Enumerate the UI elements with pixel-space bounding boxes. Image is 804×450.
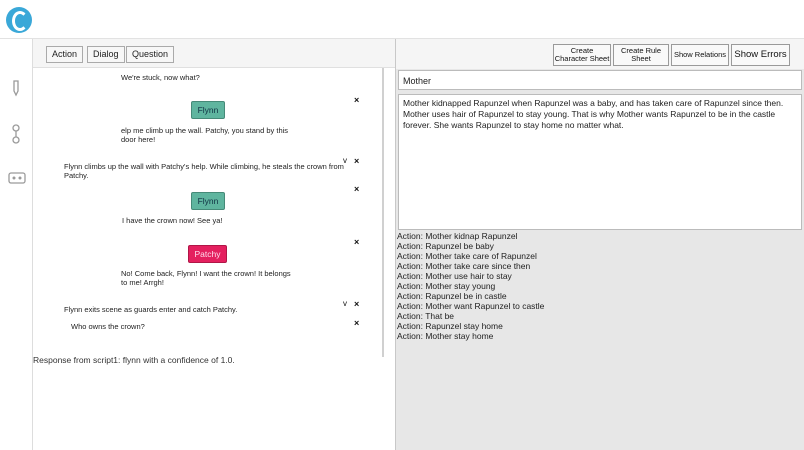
- dialog-line[interactable]: I have the crown now! See ya!: [122, 216, 222, 225]
- dialog-line[interactable]: door here!: [121, 135, 155, 144]
- dialog-line[interactable]: No! Come back, Flynn! I want the crown! …: [121, 269, 291, 278]
- script-panel: Action Dialog Question We're stuck, now …: [33, 39, 395, 450]
- close-icon[interactable]: ×: [354, 184, 359, 194]
- action-item: Action: That be: [397, 311, 455, 321]
- action-item: Action: Mother kidnap Rapunzel: [397, 231, 518, 241]
- create-rule-sheet-label-2: Sheet: [631, 54, 651, 63]
- dialog-line[interactable]: to me! Arrgh!: [121, 278, 164, 287]
- dialog-line[interactable]: We're stuck, now what?: [121, 73, 200, 82]
- response-text: Response from script1: flynn with a conf…: [33, 355, 235, 365]
- action-line[interactable]: Patchy.: [64, 171, 88, 180]
- script-scrollbar[interactable]: [382, 68, 384, 357]
- script-list[interactable]: We're stuck, now what? Flynn × elp me cl…: [33, 68, 383, 358]
- top-bar: [0, 0, 804, 39]
- action-item: Action: Mother use hair to stay: [397, 271, 512, 281]
- close-icon[interactable]: ×: [354, 299, 359, 309]
- pen-icon[interactable]: [8, 79, 24, 97]
- show-errors-button[interactable]: Show Errors: [731, 44, 790, 66]
- question-button[interactable]: Question: [126, 46, 175, 63]
- create-character-sheet-button[interactable]: Create Character Sheet: [553, 44, 611, 66]
- close-icon[interactable]: ×: [354, 237, 359, 247]
- question-line[interactable]: Who owns the crown?: [71, 322, 145, 331]
- action-item: Action: Rapunzel be in castle: [397, 291, 507, 301]
- action-item: Action: Mother stay home: [397, 331, 494, 341]
- action-item: Action: Mother stay young: [397, 281, 496, 291]
- script-toolbar: Action Dialog Question: [33, 39, 395, 68]
- link-icon[interactable]: [8, 124, 24, 144]
- vr-icon[interactable]: [8, 171, 26, 189]
- close-icon[interactable]: ×: [354, 156, 359, 166]
- character-chip-flynn[interactable]: Flynn: [191, 192, 225, 210]
- character-chip-patchy[interactable]: Patchy: [188, 245, 227, 263]
- action-item: Action: Mother want Rapunzel to castle: [397, 301, 545, 311]
- dialog-button[interactable]: Dialog: [87, 46, 125, 63]
- character-description-textarea[interactable]: Mother kidnapped Rapunzel when Rapunzel …: [398, 94, 802, 230]
- close-icon[interactable]: ×: [354, 95, 359, 105]
- character-name-input[interactable]: Mother: [398, 70, 802, 90]
- action-line[interactable]: Flynn climbs up the wall with Patchy's h…: [64, 162, 344, 171]
- character-chip-flynn[interactable]: Flynn: [191, 101, 225, 119]
- action-item: Action: Rapunzel stay home: [397, 321, 503, 331]
- action-button[interactable]: Action: [46, 46, 84, 63]
- action-item: Action: Mother take care since then: [397, 261, 531, 271]
- chevron-down-icon[interactable]: v: [343, 299, 347, 308]
- show-relations-button[interactable]: Show Relations: [671, 44, 729, 66]
- action-item: Action: Mother take care of Rapunzel: [397, 251, 537, 261]
- logo-icon[interactable]: [6, 7, 32, 33]
- action-line[interactable]: Flynn exits scene as guards enter and ca…: [64, 305, 237, 314]
- close-icon[interactable]: ×: [354, 318, 359, 328]
- side-rail: [0, 39, 33, 450]
- action-list: Action: Mother kidnap Rapunzel Action: R…: [397, 231, 801, 341]
- create-rule-sheet-button[interactable]: Create Rule Sheet: [613, 44, 669, 66]
- action-item: Action: Rapunzel be baby: [397, 241, 494, 251]
- character-panel: Create Character Sheet Create Rule Sheet…: [396, 39, 804, 450]
- dialog-line[interactable]: elp me climb up the wall. Patchy, you st…: [121, 126, 288, 135]
- create-character-sheet-label-2: Character Sheet: [554, 54, 610, 63]
- character-toolbar: Create Character Sheet Create Rule Sheet…: [396, 39, 804, 69]
